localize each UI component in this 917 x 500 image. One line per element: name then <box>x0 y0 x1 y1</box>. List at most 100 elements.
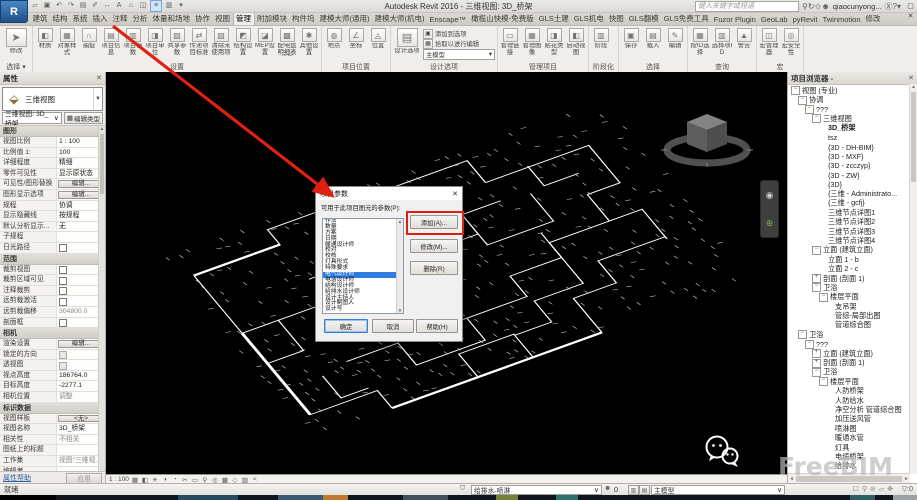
materials-button[interactable]: ◧材质 <box>34 27 56 51</box>
parameters-listbox[interactable]: 作法数量方案日期暖通设计师校对校核灯具形式特殊要求电气设计师电话设计师结构设计师… <box>322 218 404 314</box>
tree-item[interactable]: −楼层平面 <box>789 293 917 302</box>
save-icon[interactable]: ▣ <box>42 1 52 11</box>
measure-icon[interactable]: ✐ <box>90 1 100 11</box>
tree-item[interactable]: 加压送风管 <box>789 415 917 424</box>
open-file-icon[interactable]: ▱ <box>30 1 40 11</box>
checkbox[interactable] <box>59 362 67 370</box>
ribbon-tab-建模大师(机电)[interactable]: 建模大师(机电) <box>372 13 427 25</box>
collapse-node-icon[interactable]: − <box>791 86 800 95</box>
position-button[interactable]: ◬位置 <box>367 27 389 51</box>
tree-item[interactable]: −??? <box>789 340 917 349</box>
starting-view-button[interactable]: ◧启动视图 <box>565 27 587 57</box>
tree-item[interactable]: +剖面 (剖面 1) <box>789 274 917 283</box>
section-icon[interactable]: ◫ <box>138 1 148 11</box>
ribbon-tab-快图[interactable]: 快图 <box>606 13 626 25</box>
browser-vertical-scrollbar[interactable]: ▲ <box>909 84 917 474</box>
tree-item[interactable]: 支吊架 <box>789 302 917 311</box>
cancel-button[interactable]: 取消 <box>372 319 414 333</box>
ok-button[interactable]: 确定 <box>324 319 368 333</box>
edit-type-button[interactable]: ▦ 编辑类型 <box>64 112 103 124</box>
default-3d-view-icon[interactable]: ⌂ <box>126 1 136 11</box>
section-header-标识数据[interactable]: 标识数据∧ <box>0 403 105 414</box>
tree-item[interactable]: tsz <box>789 133 917 142</box>
render-icon[interactable]: ◔ <box>171 476 179 483</box>
ribbon-panel-label-settings[interactable]: 设置 <box>34 63 320 72</box>
tree-item[interactable]: 三维节点详图2 <box>789 217 917 226</box>
taskbar-app-segment[interactable] <box>323 495 348 500</box>
tree-item[interactable]: 电缆桥架 <box>789 452 917 461</box>
dialog-close-icon[interactable]: ✕ <box>452 190 458 198</box>
zoom-icon[interactable]: ⊕ <box>766 218 774 229</box>
tree-item[interactable]: +立面 (建筑立面) <box>789 349 917 358</box>
aligned-dimension-icon[interactable]: ↔ <box>102 1 112 11</box>
manage-links-button[interactable]: ▭管理链接 <box>499 27 521 57</box>
tree-item[interactable]: −楼层平面 <box>789 377 917 386</box>
tree-item[interactable]: 立面 2 - c <box>789 264 917 273</box>
ribbon-panel-label-select[interactable]: 选择 ▾ <box>1 63 31 72</box>
ribbon-tab-体量和场地[interactable]: 体量和场地 <box>150 13 193 25</box>
tree-item[interactable]: 管道综合图 <box>789 321 917 330</box>
customize-qat-icon[interactable]: ▾ <box>176 1 186 11</box>
modify-button[interactable]: 修改(M)... <box>410 239 458 253</box>
warnings-button[interactable]: ▲警告 <box>733 27 755 51</box>
ribbon-tab-构件坞[interactable]: 构件坞 <box>290 13 318 25</box>
scroll-up-icon[interactable]: ▲ <box>100 126 105 132</box>
select-pinned-icon[interactable]: ⊘ <box>870 485 876 493</box>
taskbar-app-segment[interactable] <box>178 495 238 500</box>
pick-to-edit-button[interactable]: ▦拾取以进行编辑 <box>423 39 495 48</box>
shared-parameters-button[interactable]: ▧共享参数 <box>166 27 188 57</box>
tree-item[interactable]: {三维 - Administrato... <box>789 189 917 198</box>
tree-item[interactable]: 3D_桥架 <box>789 124 917 133</box>
tree-item[interactable]: +剖面 (剖面 1) <box>789 358 917 367</box>
location-button[interactable]: ◍地点 <box>323 27 345 51</box>
section-header-图形[interactable]: 图形∧ <box>0 126 105 137</box>
tree-item[interactable]: 给排水 <box>789 462 917 471</box>
project-parameters-button[interactable]: ▥项目参数 <box>122 27 144 57</box>
ribbon-tab-注释[interactable]: 注释 <box>110 13 130 25</box>
tree-item[interactable]: −立面 (建筑立面) <box>789 246 917 255</box>
shadows-icon[interactable]: ◑ <box>161 476 169 483</box>
project-information-button[interactable]: ▤项目信息 <box>100 27 122 57</box>
ribbon-tab-管理[interactable]: 管理 <box>233 13 255 25</box>
checkbox[interactable] <box>59 287 67 295</box>
expand-node-icon[interactable]: + <box>812 349 821 358</box>
tree-item[interactable]: −三维视图 <box>789 114 917 123</box>
tree-item[interactable]: −协调 <box>789 95 917 104</box>
redo-icon[interactable]: ↷ <box>66 1 76 11</box>
collapse-node-icon[interactable]: − <box>805 340 814 349</box>
help-button[interactable]: 帮助(H) <box>416 319 458 333</box>
print-icon[interactable]: ▤ <box>78 1 88 11</box>
collapse-node-icon[interactable]: − <box>812 114 821 123</box>
editable-only-icon[interactable]: ☐ <box>852 485 858 493</box>
coordinates-button[interactable]: ∠坐标 <box>345 27 367 51</box>
restore-button[interactable]: ▢ <box>904 1 917 11</box>
select-by-face-icon[interactable]: ▱ <box>879 485 884 493</box>
ribbon-panel-label-macros[interactable]: 宏 <box>758 63 802 72</box>
ribbon-tab-GLS土建[interactable]: GLS土建 <box>536 13 571 25</box>
ribbon-tab-GLS机电[interactable]: GLS机电 <box>571 13 606 25</box>
windows-taskbar[interactable] <box>0 495 917 500</box>
tree-item[interactable]: −卫浴 <box>789 330 917 339</box>
search-input[interactable]: 键入关键字或短语 <box>695 1 799 12</box>
checkbox[interactable] <box>59 319 67 327</box>
properties-scrollbar[interactable]: ▲ <box>98 126 105 471</box>
expand-node-icon[interactable]: + <box>812 274 821 283</box>
ribbon-tab-插入[interactable]: 插入 <box>90 13 110 25</box>
project-browser-header[interactable]: 项目浏览器 - ✕ <box>788 72 917 85</box>
tree-item[interactable]: 三维节点详图4 <box>789 236 917 245</box>
decal-types-button[interactable]: ◨贴花类型 <box>543 27 565 57</box>
save-selection-button[interactable]: ▣保存 <box>620 27 642 51</box>
load-selection-button[interactable]: ▤载入 <box>642 27 664 51</box>
taskbar-app-segment[interactable] <box>893 495 917 500</box>
scale-button[interactable]: 1 : 100 <box>109 476 129 483</box>
add-to-set-button[interactable]: ▣添加到选项 <box>423 29 495 38</box>
tree-item[interactable]: 管综-局部出图 <box>789 311 917 320</box>
tree-item[interactable]: {3D - zcczyp} <box>789 161 917 170</box>
tree-item[interactable]: 人防桥架 <box>789 387 917 396</box>
properties-close-icon[interactable]: ✕ <box>96 74 102 82</box>
worksets-button[interactable]: ▤ <box>639 485 650 495</box>
collapse-node-icon[interactable]: − <box>805 105 814 114</box>
ribbon-panel-label-inquiry[interactable]: 查询 <box>689 63 755 72</box>
select-links-icon[interactable]: ⚲ <box>862 485 867 493</box>
parameter-item[interactable]: 设计号 <box>323 307 403 313</box>
